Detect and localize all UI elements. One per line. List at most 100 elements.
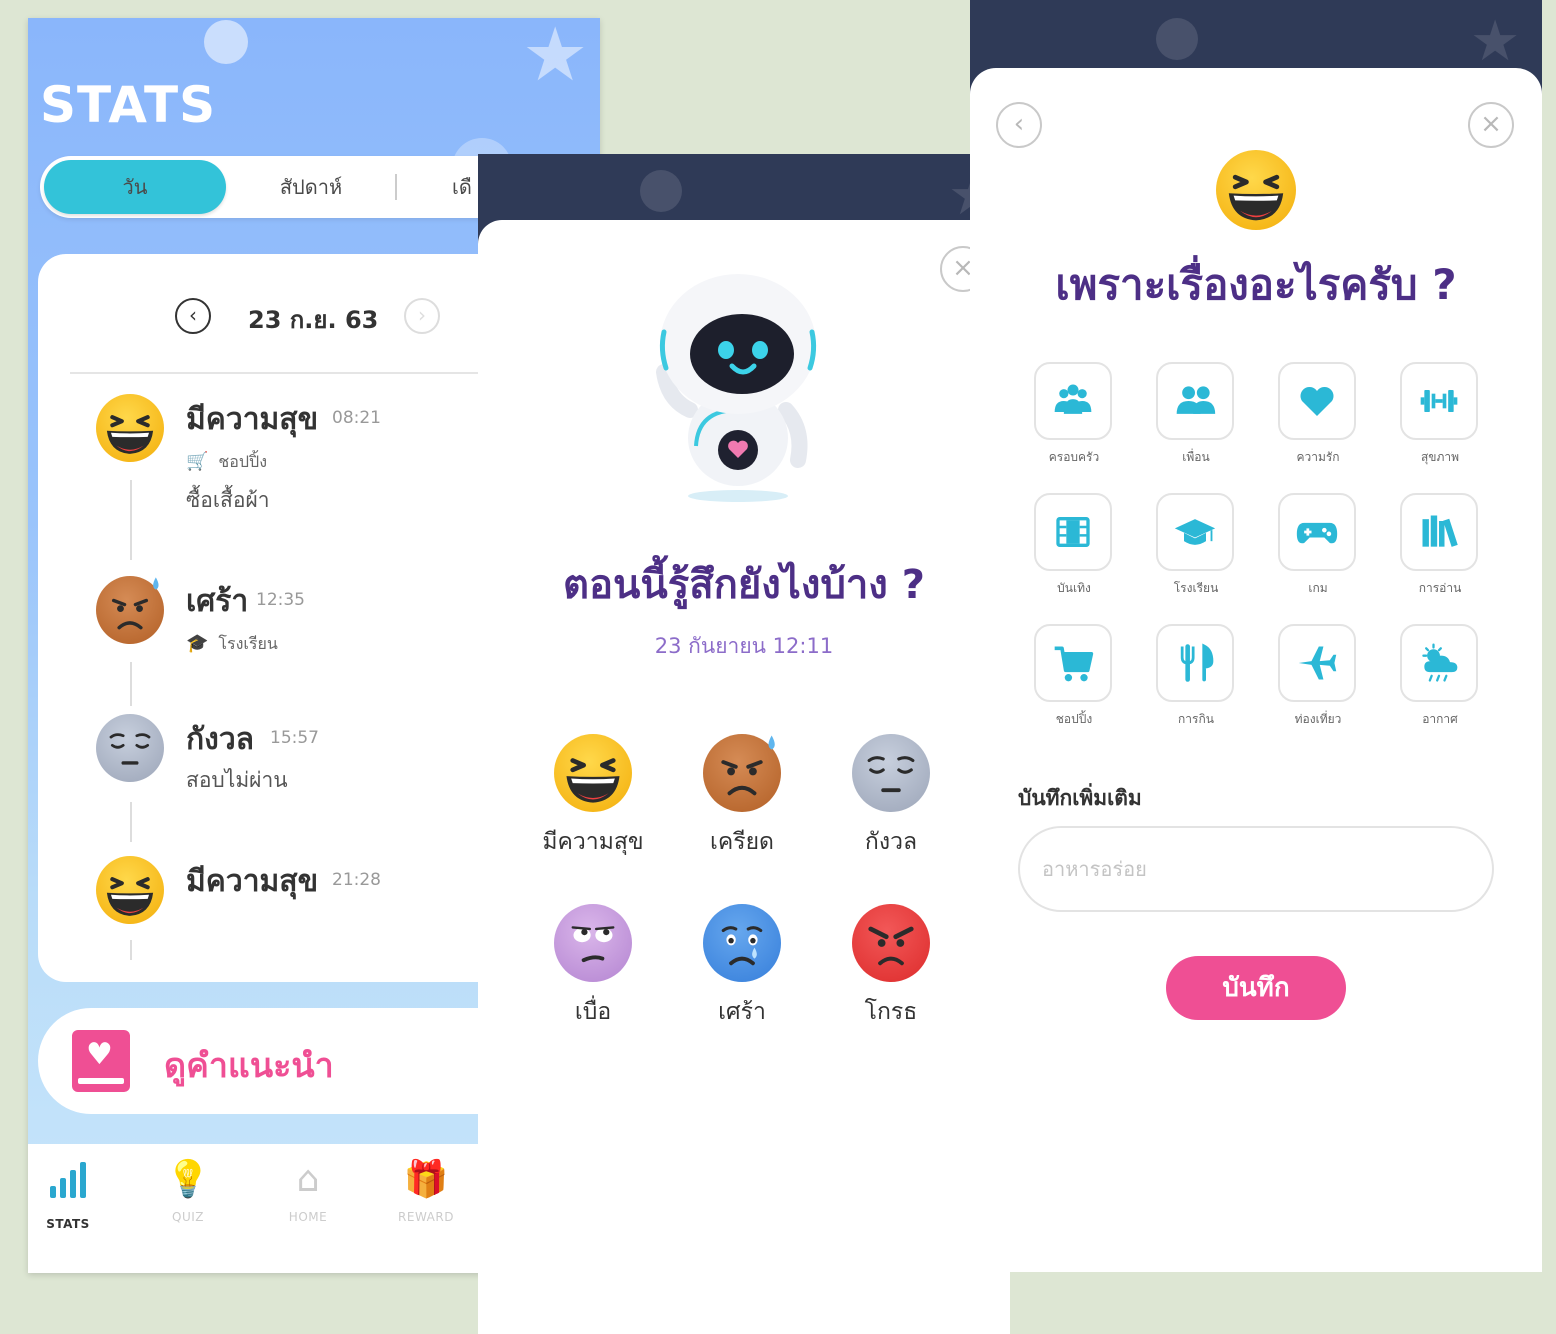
category-entertainment[interactable]: บันเทิง [1034, 493, 1114, 598]
timeline-connector [130, 802, 132, 842]
timeline-connector [130, 662, 132, 706]
category-shopping[interactable]: ชอปปิ้ง [1034, 624, 1114, 729]
back-button[interactable]: ‹ [996, 102, 1042, 148]
category-travel[interactable]: ท่องเที่ยว [1278, 624, 1358, 729]
tab-day[interactable]: วัน [44, 160, 226, 214]
chevron-left-icon: ‹ [1013, 109, 1025, 139]
happy-face-icon [96, 856, 164, 924]
nav-home[interactable]: ⌂ HOME [268, 1159, 348, 1225]
nav-label: STATS [46, 1217, 90, 1231]
category-reading[interactable]: การอ่าน [1400, 493, 1480, 598]
mood-option-happy[interactable]: มีความสุข [518, 734, 668, 860]
close-button[interactable]: × [1468, 102, 1514, 148]
prev-date-button[interactable]: ‹ [175, 298, 211, 334]
category-game[interactable]: เกม [1278, 493, 1358, 598]
gamepad-icon [1278, 493, 1356, 571]
worried-face-icon [96, 714, 164, 782]
mood-option-stressed[interactable]: เครียด [667, 734, 817, 860]
chevron-right-icon: › [418, 303, 426, 327]
nav-stats[interactable]: STATS [28, 1160, 108, 1231]
mood-option-label: กังวล [864, 829, 918, 855]
entry-time: 15:57 [270, 728, 319, 748]
mood-option-label: เบื่อ [574, 999, 612, 1025]
entry-note: ซื้อเสื้อผ้า [186, 488, 270, 512]
nav-label: QUIZ [172, 1210, 204, 1224]
angry-face-icon [852, 904, 930, 982]
nav-reward[interactable]: 🎁 REWARD [386, 1159, 466, 1225]
category-label: การกิน [1178, 712, 1214, 726]
category-label: โรงเรียน [1173, 581, 1219, 595]
nav-label: HOME [288, 1210, 328, 1224]
category-weather[interactable]: อากาศ [1400, 624, 1480, 729]
category-eating[interactable]: การกิน [1156, 624, 1236, 729]
mood-option-worried[interactable]: กังวล [816, 734, 966, 860]
happy-face-icon [96, 394, 164, 462]
family-icon [1034, 362, 1112, 440]
cart-icon: 🛒 [186, 451, 209, 472]
mood-option-label: เครียด [709, 829, 774, 855]
mood-option-label: โกรธ [864, 999, 918, 1025]
category-label: ชอปปิ้ง [1055, 712, 1093, 726]
crying-face-icon [703, 904, 781, 982]
nav-quiz[interactable]: 💡 QUIZ [148, 1160, 228, 1225]
film-icon [1034, 493, 1112, 571]
heart-icon [1278, 362, 1356, 440]
decor-bubble [1156, 18, 1198, 60]
friends-icon [1156, 362, 1234, 440]
mood-picker-screen: ★ × ตอนนี้รู้สึกยังไงบ้าง ? 23 ก [478, 154, 1010, 1334]
mood-option-angry[interactable]: โกรธ [816, 904, 966, 1030]
entry-time: 08:21 [332, 408, 381, 428]
category-friends[interactable]: เพื่อน [1156, 362, 1236, 467]
home-icon: ⌂ [296, 1159, 320, 1200]
category-label: สุขภาพ [1420, 450, 1460, 464]
bored-face-icon [554, 904, 632, 982]
category-love[interactable]: ความรัก [1278, 362, 1358, 467]
category-label: ท่องเที่ยว [1294, 712, 1342, 726]
note-input[interactable] [1018, 826, 1494, 912]
category-school[interactable]: โรงเรียน [1156, 493, 1236, 598]
category-label: เพื่อน [1182, 450, 1210, 464]
entry-time: 12:35 [256, 590, 305, 610]
reason-question: เพราะเรื่องอะไรครับ ? [1055, 260, 1457, 309]
tab-divider [395, 174, 397, 200]
decor-star-icon: ★ [522, 18, 589, 98]
timeline-connector [130, 480, 132, 560]
next-date-button[interactable]: › [404, 298, 440, 334]
category-label: บันเทิง [1057, 581, 1091, 595]
worried-face-icon [852, 734, 930, 812]
category-health[interactable]: สุขภาพ [1400, 362, 1480, 467]
heart-book-icon: ♥ [72, 1030, 130, 1092]
category-label: เกม [1308, 581, 1328, 595]
category-label: ครอบครัว [1048, 450, 1100, 464]
entry-tag: 🎓 โรงเรียน [186, 632, 278, 657]
happy-face-icon [554, 734, 632, 812]
entry-tag-label: ชอปปิ้ง [218, 452, 268, 471]
reason-picker-screen: ★ ‹ × เพราะเรื่องอะไรครับ ? ครอบครัว เพื… [970, 0, 1542, 1272]
save-button[interactable]: บันทึก [1166, 956, 1346, 1020]
bar-chart-icon [50, 1160, 86, 1198]
decor-bubble [204, 20, 248, 64]
sweating-face-icon [96, 576, 164, 644]
entry-tag-label: โรงเรียน [218, 634, 278, 653]
note-label: บันทึกเพิ่มเติม [1018, 786, 1142, 810]
mood-option-sad[interactable]: เศร้า [667, 904, 817, 1030]
mood-option-label: มีความสุข [542, 829, 644, 855]
mood-question: ตอนนี้รู้สึกยังไงบ้าง ? [563, 562, 925, 608]
entry-time: 21:28 [332, 870, 381, 890]
tab-week[interactable]: สัปดาห์ [226, 160, 396, 214]
reason-picker-sheet: ‹ × เพราะเรื่องอะไรครับ ? ครอบครัว เพื่อ… [970, 68, 1542, 1272]
category-family[interactable]: ครอบครัว [1034, 362, 1114, 467]
advice-label: ดูคำแนะนำ [164, 1046, 334, 1086]
utensils-icon [1156, 624, 1234, 702]
stressed-face-icon [703, 734, 781, 812]
graduation-cap-icon [1156, 493, 1234, 571]
mood-option-bored[interactable]: เบื่อ [518, 904, 668, 1030]
cart-icon [1034, 624, 1112, 702]
gift-icon: 🎁 [403, 1159, 449, 1200]
mood-picker-sheet: × ตอนนี้รู้สึกยังไงบ้าง ? 23 กันยายน 12: [478, 220, 1010, 1334]
dumbbell-icon [1400, 362, 1478, 440]
graduation-cap-icon: 🎓 [186, 633, 209, 654]
current-date: 23 ก.ย. 63 [248, 306, 379, 334]
entry-tag: 🛒 ชอปปิ้ง [186, 450, 267, 475]
entry-mood: กังวล [186, 722, 255, 757]
